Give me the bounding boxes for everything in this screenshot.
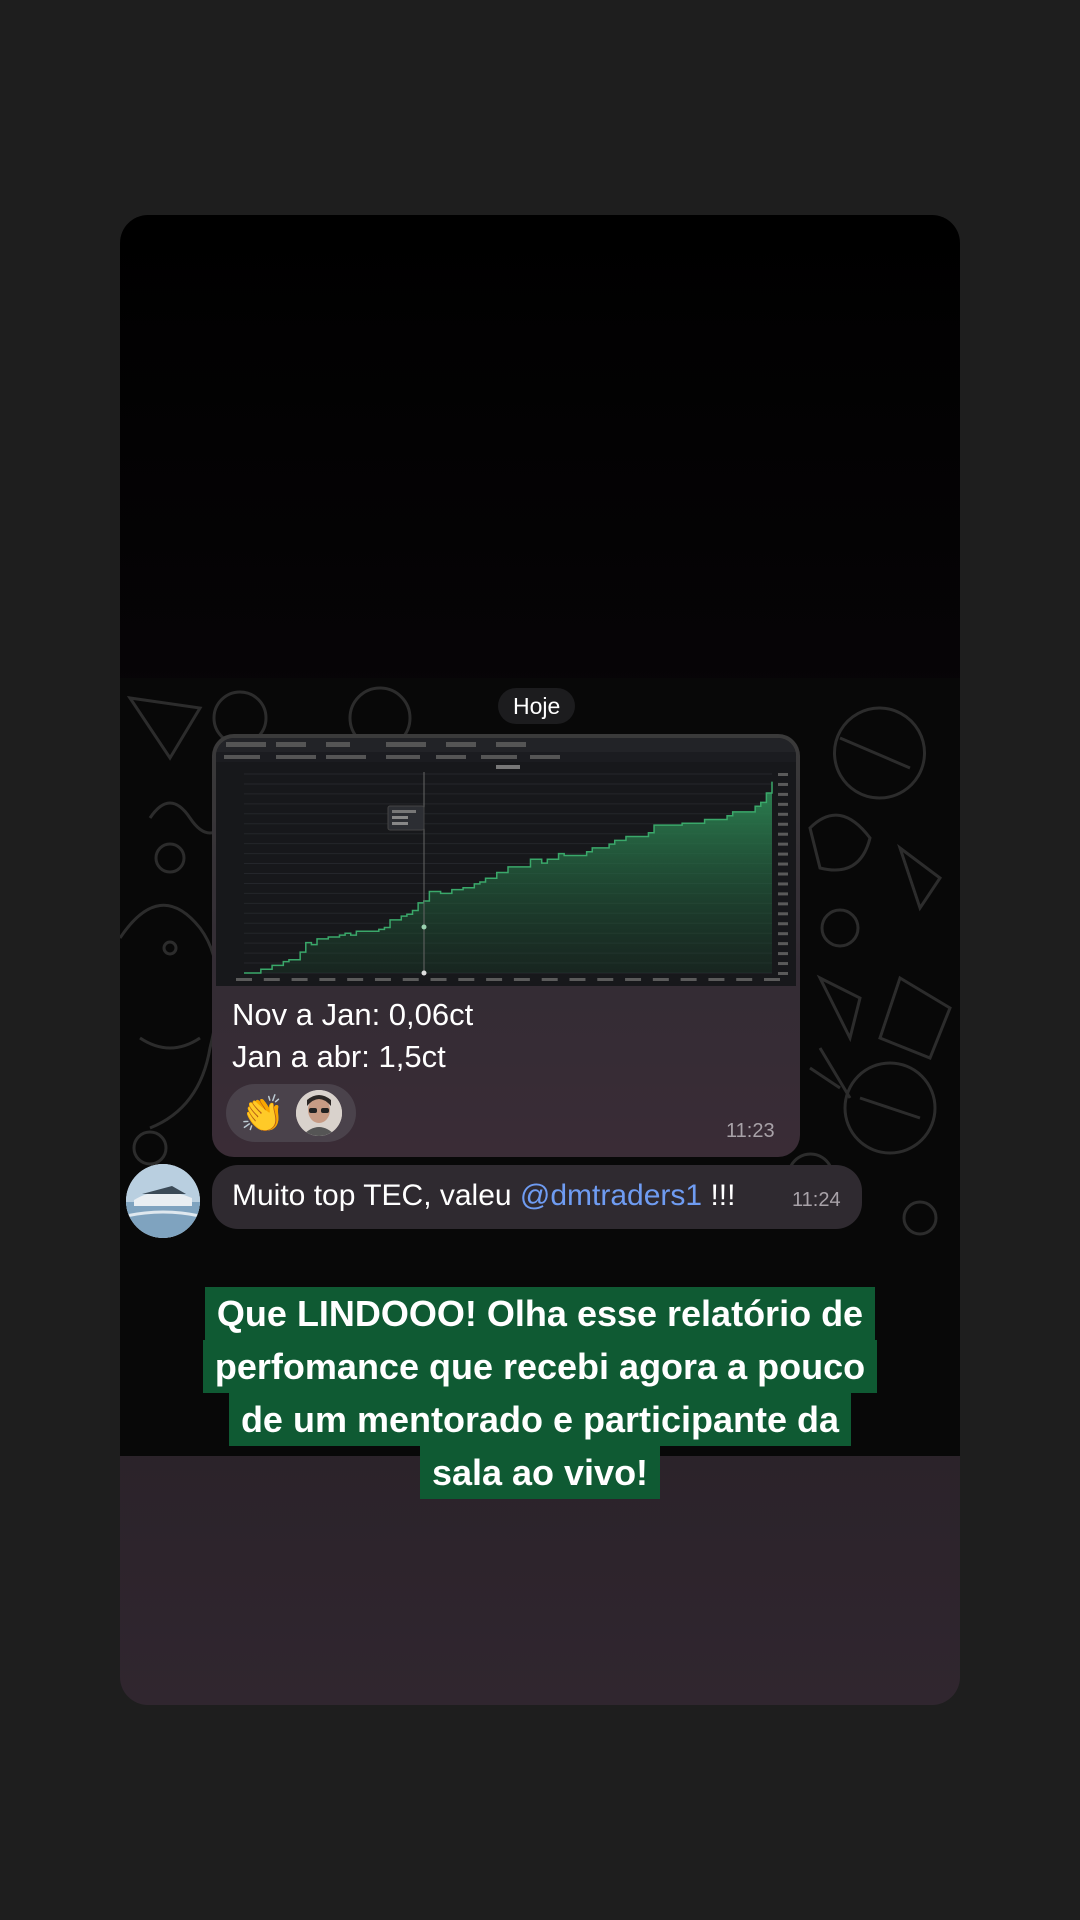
y-tick-label [778, 882, 788, 886]
y-tick-label [778, 782, 788, 786]
dinosaur-doodle [120, 903, 220, 1130]
x-tick-label [680, 978, 697, 981]
y-tick-label [778, 842, 788, 846]
caption-line-1: Que LINDOOO! Olha esse relatório de [204, 1287, 876, 1340]
sender-avatar[interactable] [126, 1164, 200, 1238]
x-tick-label [319, 978, 336, 981]
reply-text: Muito top TEC, valeu [232, 1179, 520, 1212]
x-axis-ticks [236, 978, 780, 981]
reply-time: 11:24 [792, 1189, 841, 1211]
y-tick-label [778, 922, 788, 926]
gift-doodle [878, 975, 952, 1060]
y-tick-label [778, 962, 788, 966]
x-tick-label [597, 978, 614, 981]
x-tick-label [541, 978, 558, 981]
y-tick-label [778, 912, 788, 916]
x-tick-label [513, 978, 530, 981]
reply-suffix: !!! [702, 1179, 736, 1212]
message-line-1: Nov a Jan: 0,06ct [232, 997, 474, 1032]
performance-chart [216, 738, 796, 981]
x-tick-label [236, 978, 252, 981]
caption-line-4: sala ao vivo! [419, 1446, 661, 1499]
y-tick-label [778, 832, 788, 836]
globe-doodle [833, 706, 926, 800]
y-tick-label [778, 932, 788, 936]
x-tick-label [291, 978, 308, 981]
y-tick-label [778, 972, 788, 975]
x-tick-label [430, 978, 447, 981]
clapping-hands-icon[interactable]: 👏 [240, 1092, 285, 1136]
message-bubble-reply[interactable]: Muito top TEC, valeu @dmtraders1 !!! 11:… [212, 1165, 862, 1229]
x-tick-label [347, 978, 364, 981]
x-tick-label [486, 978, 503, 981]
story-caption: Que LINDOOO! Olha esse relatório de perf… [160, 1287, 920, 1499]
reactor-avatar[interactable] [296, 1090, 342, 1136]
x-tick-label [736, 978, 753, 981]
flower-doodle [808, 813, 872, 872]
x-tick-label [569, 978, 586, 981]
reply-text-container: Muito top TEC, valeu @dmtraders1 !!! [232, 1179, 735, 1213]
crosshair-axis-point [421, 970, 427, 976]
ice-cream-doodle [126, 696, 203, 761]
y-tick-label [778, 822, 788, 826]
message-bubble-main[interactable]: Nov a Jan: 0,06ct Jan a abr: 1,5ct 👏 11:… [212, 734, 800, 1157]
date-separator: Hoje [498, 688, 576, 724]
x-tick-label [402, 978, 419, 981]
crosshair-point [421, 924, 427, 930]
x-tick-label [764, 978, 780, 981]
y-tick-label [778, 852, 788, 856]
x-tick-label [263, 978, 280, 981]
y-tick-label [778, 952, 788, 956]
x-tick-label [652, 978, 669, 981]
y-tick-label [778, 812, 788, 816]
x-tick-label [374, 978, 391, 981]
message-time: 11:23 [726, 1120, 775, 1142]
y-tick-label [778, 892, 788, 896]
story-card: Hoje Nov a Jan: 0,06ct Jan a abr: 1,5ct … [120, 215, 960, 1705]
x-tick-label [708, 978, 725, 981]
message-reactions[interactable]: 👏 [226, 1084, 356, 1142]
x-tick-label [625, 978, 642, 981]
chart-title [496, 765, 520, 769]
y-tick-label [778, 792, 788, 796]
y-tick-label [778, 902, 788, 906]
y-tick-label [778, 942, 788, 946]
performance-report-image[interactable] [216, 738, 796, 986]
y-tick-label [778, 872, 788, 876]
message-line-2: Jan a abr: 1,5ct [232, 1039, 446, 1074]
caption-line-2: perfomance que recebi agora a pouco [202, 1340, 878, 1393]
equity-area [244, 781, 772, 973]
caption-line-3: de um mentorado e participante da [228, 1393, 852, 1446]
x-tick-label [458, 978, 475, 981]
y-tick-label [778, 802, 788, 806]
mention-link[interactable]: @dmtraders1 [520, 1179, 702, 1212]
y-tick-label [778, 862, 788, 866]
y-axis-ticks [778, 773, 788, 975]
y-tick-label [778, 773, 788, 776]
